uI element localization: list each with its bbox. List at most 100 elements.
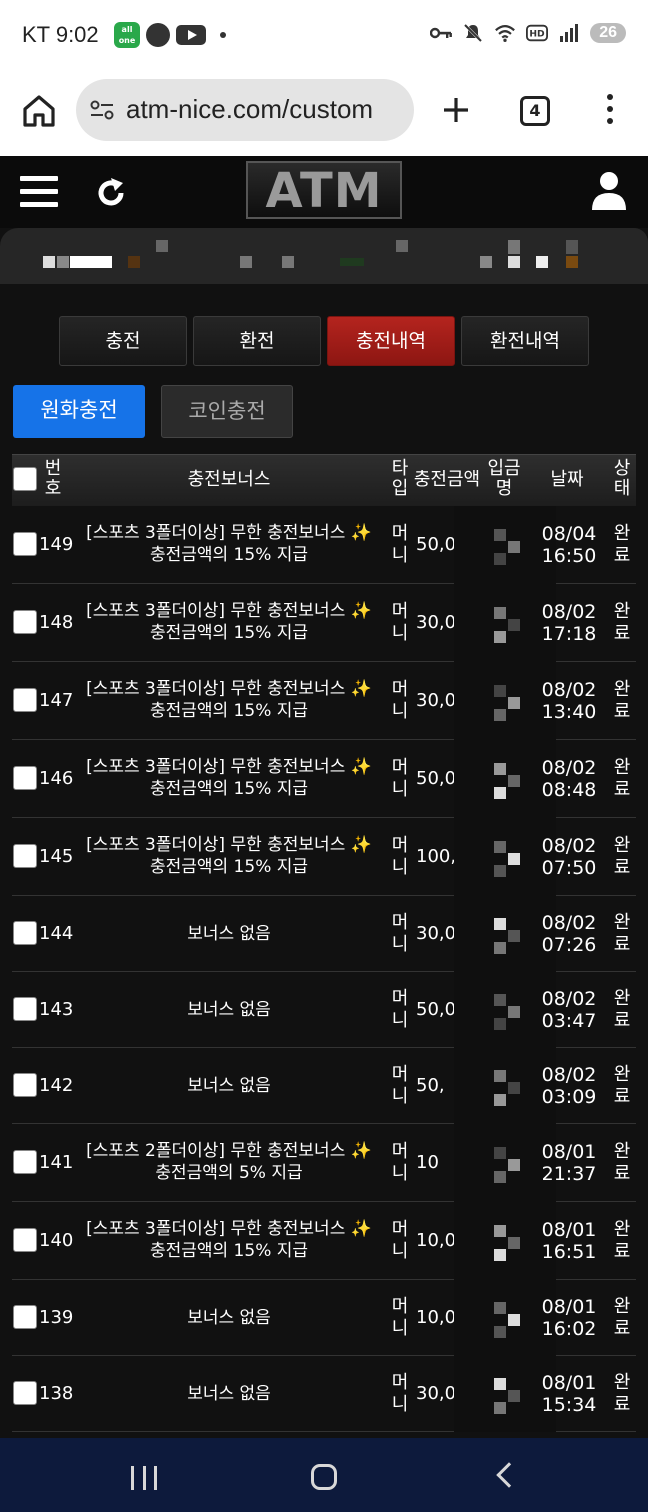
url-field[interactable]: atm-nice.com/custom (76, 79, 414, 141)
row-date-time: 21:37 (541, 1163, 597, 1185)
row-number: 142 (39, 1075, 74, 1096)
tab-exchange-history[interactable]: 환전내역 (461, 316, 589, 366)
wifi-icon (494, 22, 516, 44)
row-number: 144 (39, 923, 74, 944)
table-row: 149 [스포츠 3폴더이상] 무한 충전보너스 ✨ 충전금액의 15% 지급 머 니… (12, 506, 636, 584)
plus-icon[interactable] (436, 90, 476, 130)
site-logo[interactable]: ATM (246, 161, 402, 219)
row-date: 08/02 03:09 (536, 1064, 602, 1108)
home-icon[interactable] (20, 92, 58, 130)
bonus-line-1: 보너스 없음 (187, 1384, 271, 1404)
more-notifications-dot (220, 32, 226, 38)
table-body: 149 [스포츠 3폴더이상] 무한 충전보너스 ✨ 충전금액의 15% 지급 머 니… (12, 506, 636, 1432)
row-type: 머 니 (391, 988, 409, 1031)
hamburger-icon[interactable] (20, 176, 58, 212)
key-icon (430, 22, 453, 44)
row-date-time: 15:34 (541, 1394, 597, 1416)
row-type: 머 니 (391, 912, 409, 955)
notification-icons: all one (114, 22, 226, 48)
tab-charge-history[interactable]: 충전내역 (327, 316, 455, 366)
row-type: 머 니 (391, 1141, 409, 1184)
bonus-line-2: 충전금액의 15% 지급 (149, 857, 309, 877)
bonus-line-2: 충전금액의 15% 지급 (149, 701, 309, 721)
bonus-line-1: 보너스 없음 (187, 1076, 271, 1096)
row-type: 머 니 (391, 1064, 409, 1107)
table-row: 148 [스포츠 3폴더이상] 무한 충전보너스 ✨ 충전금액의 15% 지급 머 니… (12, 584, 636, 662)
select-all-checkbox[interactable] (13, 467, 37, 491)
row-type: 머 니 (391, 601, 409, 644)
header-bonus: 충전보너스 (187, 469, 271, 490)
site-settings-icon[interactable] (90, 99, 114, 121)
row-date-time: 08:48 (541, 779, 597, 801)
row-status: 완 료 (613, 523, 631, 566)
row-checkbox[interactable] (13, 1381, 37, 1405)
row-number: 140 (39, 1230, 74, 1251)
more-icon[interactable] (600, 94, 620, 130)
row-date: 08/01 21:37 (536, 1141, 602, 1185)
tab-exchange[interactable]: 환전 (193, 316, 321, 366)
row-type: 머 니 (391, 523, 409, 566)
nav-home-icon[interactable] (311, 1464, 337, 1490)
row-date-time: 16:51 (541, 1241, 597, 1263)
row-checkbox[interactable] (13, 532, 37, 556)
refresh-icon[interactable] (94, 176, 128, 210)
row-status: 완 료 (613, 912, 631, 955)
row-checkbox[interactable] (13, 1228, 37, 1252)
site-header: ATM (0, 156, 648, 228)
row-date-time: 17:18 (541, 623, 597, 645)
row-date-time: 07:26 (541, 934, 597, 956)
row-checkbox[interactable] (13, 610, 37, 634)
row-checkbox[interactable] (13, 766, 37, 790)
header-status: 상 태 (613, 458, 631, 499)
row-checkbox[interactable] (13, 921, 37, 945)
row-date-day: 08/02 (541, 757, 597, 779)
coin-charge-button[interactable]: 코인충전 (161, 385, 293, 438)
row-status: 완 료 (613, 1372, 631, 1415)
bonus-line-2: 충전금액의 15% 지급 (149, 779, 309, 799)
bonus-line-1: [스포츠 3폴더이상] 무한 충전보너스 ✨ (86, 757, 372, 777)
hd-icon: HD (526, 22, 549, 44)
row-bonus: [스포츠 3폴더이상] 무한 충전보너스 ✨ 충전금액의 15% 지급 (74, 678, 384, 722)
row-status: 완 료 (613, 1141, 631, 1184)
user-icon[interactable] (590, 170, 628, 210)
header-deposit-name: 입금 명 (487, 458, 521, 499)
row-checkbox[interactable] (13, 844, 37, 868)
bonus-line-1: 보너스 없음 (187, 1308, 271, 1328)
row-date-day: 08/02 (541, 912, 597, 934)
row-bonus: 보너스 없음 (74, 999, 384, 1021)
row-type: 머 니 (391, 1372, 409, 1415)
row-type: 머 니 (391, 835, 409, 878)
row-date-day: 08/01 (541, 1372, 597, 1394)
row-checkbox[interactable] (13, 688, 37, 712)
back-icon[interactable] (496, 1462, 522, 1488)
row-date: 08/01 15:34 (536, 1372, 602, 1416)
table-row: 142 보너스 없음 머 니 50, 08/02 03:09 완 료 (12, 1048, 636, 1124)
row-checkbox[interactable] (13, 1073, 37, 1097)
row-date: 08/02 03:47 (536, 988, 602, 1032)
row-type: 머 니 (391, 679, 409, 722)
row-checkbox[interactable] (13, 997, 37, 1021)
table-row: 138 보너스 없음 머 니 30,000 08/01 15:34 완 료 (12, 1356, 636, 1432)
row-date-day: 08/02 (541, 601, 597, 623)
row-type: 머 니 (391, 1296, 409, 1339)
row-checkbox[interactable] (13, 1150, 37, 1174)
signal-icon (558, 22, 580, 44)
table-row: 143 보너스 없음 머 니 50,0 08/02 03:47 완 료 (12, 972, 636, 1048)
recent-apps-icon[interactable] (131, 1466, 157, 1490)
row-date: 08/02 08:48 (536, 757, 602, 801)
row-date-time: 13:40 (541, 701, 597, 723)
bonus-line-1: 보너스 없음 (187, 924, 271, 944)
row-number: 141 (39, 1152, 74, 1173)
status-bar: KT 9:02 all one HD 26 (0, 0, 648, 70)
table-row: 147 [스포츠 3폴더이상] 무한 충전보너스 ✨ 충전금액의 15% 지급 머 니… (12, 662, 636, 740)
row-date-day: 08/01 (541, 1141, 597, 1163)
krw-charge-button[interactable]: 원화충전 (13, 385, 145, 438)
row-date-day: 08/02 (541, 679, 597, 701)
tabs-icon[interactable]: 4 (520, 96, 550, 126)
row-date: 08/01 16:51 (536, 1219, 602, 1263)
row-status: 완 료 (613, 988, 631, 1031)
row-status: 완 료 (613, 835, 631, 878)
tab-charge[interactable]: 충전 (59, 316, 187, 366)
row-number: 139 (39, 1307, 74, 1328)
row-checkbox[interactable] (13, 1305, 37, 1329)
